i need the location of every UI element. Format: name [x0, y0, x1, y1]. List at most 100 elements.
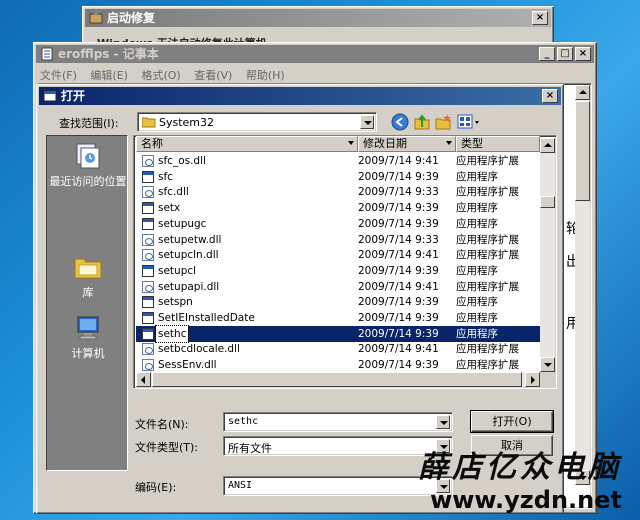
filetype-value: 所有文件: [228, 442, 272, 455]
view-menu-button[interactable]: [457, 113, 481, 134]
lookin-dropdown-arrow[interactable]: [360, 115, 374, 129]
recent-places-icon: [73, 142, 103, 170]
file-type: 应用程序扩展: [456, 233, 519, 246]
file-row[interactable]: setx 2009/7/14 9:39 应用程序: [136, 200, 540, 216]
notepad-icon: [40, 47, 54, 61]
dialog-icon: [43, 89, 57, 103]
exe-file-icon: [142, 264, 154, 277]
notepad-titlebar: erofflps - 记事本: [36, 45, 594, 63]
notepad-menubar: 文件(F) 编辑(E) 格式(O) 查看(V) 帮助(H): [40, 67, 295, 83]
menu-edit[interactable]: 编辑(E): [90, 69, 128, 82]
file-list[interactable]: 名称 修改日期 类型 sfc_os.dll 2009/7/14 9:41 应用程序扩…: [133, 135, 557, 389]
file-name: setupcln.dll: [158, 249, 219, 262]
file-row[interactable]: setspn 2009/7/14 9:39 应用程序: [136, 294, 540, 310]
column-date-dropdown-icon[interactable]: [446, 141, 452, 145]
open-button[interactable]: 打开(O): [470, 410, 554, 433]
open-dialog-close-button[interactable]: ×: [542, 89, 558, 103]
file-row[interactable]: setupapi.dll 2009/7/14 9:41 应用程序扩展: [136, 279, 540, 295]
lookin-dropdown[interactable]: System32: [137, 112, 377, 132]
place-computer-label: 计算机: [71, 347, 105, 360]
dll-file-icon: [142, 155, 154, 167]
exe-file-icon: [142, 217, 154, 230]
file-list-scroll-right[interactable]: [525, 372, 540, 387]
file-date: 2009/7/14 9:41: [358, 280, 439, 293]
file-type: 应用程序: [456, 296, 498, 309]
file-list-hscrollbar[interactable]: [136, 372, 540, 387]
file-row[interactable]: setbcdlocale.dll 2009/7/14 9:41 应用程序扩展: [136, 341, 540, 357]
open-dialog-title: 打开: [61, 89, 86, 103]
file-row[interactable]: sfc 2009/7/14 9:39 应用程序: [136, 169, 540, 185]
column-type-header[interactable]: 类型: [456, 136, 540, 152]
file-type: 应用程序: [456, 217, 498, 230]
file-name: setupugc: [158, 217, 207, 230]
file-date: 2009/7/14 9:39: [358, 312, 439, 324]
folder-icon: [141, 116, 156, 131]
file-rows: sfc_os.dll 2009/7/14 9:41 应用程序扩展 sfc 2009/7/…: [136, 153, 540, 387]
notepad-vscrollbar[interactable]: [575, 85, 590, 485]
file-date: 2009/7/14 9:39: [358, 170, 439, 183]
file-date: 2009/7/14 9:41: [358, 155, 439, 167]
file-list-scroll-thumb[interactable]: [540, 196, 555, 208]
place-library[interactable]: 库: [47, 253, 129, 300]
dll-file-icon: [142, 233, 154, 246]
exe-file-icon: [142, 312, 154, 324]
file-row[interactable]: SetIEInstalledDate 2009/7/14 9:39 应用程序: [136, 310, 540, 326]
menu-view[interactable]: 查看(V): [194, 69, 232, 82]
startup-repair-close-button[interactable]: ×: [532, 11, 548, 25]
file-name: SetIEInstalledDate: [158, 312, 255, 324]
notepad-close-button[interactable]: ×: [575, 47, 591, 61]
file-list-scroll-up[interactable]: [540, 138, 555, 153]
file-date: 2009/7/14 9:39: [358, 217, 439, 230]
column-date-header[interactable]: 修改日期: [358, 136, 456, 152]
dll-file-icon: [142, 186, 154, 199]
file-row[interactable]: setupcln.dll 2009/7/14 9:41 应用程序扩展: [136, 247, 540, 263]
lookin-label: 查找范围(I):: [59, 117, 119, 130]
up-folder-button[interactable]: [413, 113, 431, 134]
column-name-dropdown-icon[interactable]: [348, 141, 354, 145]
file-list-scroll-down[interactable]: [540, 357, 555, 372]
place-recent[interactable]: 最近访问的位置: [47, 142, 129, 189]
file-row[interactable]: setupetw.dll 2009/7/14 9:33 应用程序扩展: [136, 232, 540, 248]
file-date: 2009/7/14 9:39: [358, 264, 439, 277]
menu-format[interactable]: 格式(O): [141, 69, 180, 82]
file-list-hscroll-thumb[interactable]: [152, 372, 522, 387]
file-name: SessEnv.dll: [158, 359, 217, 372]
exe-file-icon: [142, 202, 154, 215]
file-row[interactable]: SessEnv.dll 2009/7/14 9:39 应用程序扩展: [136, 357, 540, 373]
file-list-scroll-left[interactable]: [136, 372, 151, 387]
filename-label: 文件名(N):: [135, 418, 189, 431]
file-type: 应用程序: [456, 170, 498, 183]
notepad-scroll-thumb[interactable]: [575, 101, 590, 201]
notepad-maximize-button[interactable]: □: [557, 47, 573, 61]
place-library-label: 库: [82, 286, 94, 299]
file-name: setbcdlocale.dll: [158, 343, 240, 356]
filename-value: sethc: [228, 416, 259, 427]
filetype-label: 文件类型(T):: [135, 441, 199, 454]
file-row[interactable]: sfc_os.dll 2009/7/14 9:41 应用程序扩展: [136, 153, 540, 169]
file-type: 应用程序扩展: [456, 280, 519, 293]
file-name: sfc.dll: [158, 186, 189, 199]
back-button[interactable]: [391, 113, 409, 134]
notepad-minimize-button[interactable]: _: [539, 47, 555, 61]
filename-dropdown-arrow[interactable]: [436, 415, 450, 429]
file-row[interactable]: setupugc 2009/7/14 9:39 应用程序: [136, 216, 540, 232]
place-computer[interactable]: 计算机: [47, 314, 129, 361]
new-folder-button[interactable]: [434, 113, 452, 134]
filename-field[interactable]: sethc: [223, 412, 453, 432]
file-type: 应用程序扩展: [456, 155, 519, 167]
file-row[interactable]: setupcl 2009/7/14 9:39 应用程序: [136, 263, 540, 279]
file-row[interactable]: sfc.dll 2009/7/14 9:33 应用程序扩展: [136, 184, 540, 200]
menu-help[interactable]: 帮助(H): [246, 69, 285, 82]
menu-file[interactable]: 文件(F): [40, 69, 77, 82]
column-name-header[interactable]: 名称: [136, 136, 358, 152]
watermark-url: www.yzdn.net: [430, 486, 622, 514]
file-date: 2009/7/14 9:33: [358, 186, 439, 199]
file-date: 2009/7/14 9:39: [358, 327, 439, 340]
new-folder-icon: [435, 114, 451, 130]
file-row-selected[interactable]: sethc 2009/7/14 9:39 应用程序: [136, 324, 540, 343]
notepad-scroll-up[interactable]: [575, 85, 590, 100]
up-folder-icon: [414, 114, 430, 130]
file-name: sfc: [158, 170, 173, 183]
file-type: 应用程序: [456, 327, 498, 340]
file-list-vscrollbar[interactable]: [540, 138, 555, 372]
